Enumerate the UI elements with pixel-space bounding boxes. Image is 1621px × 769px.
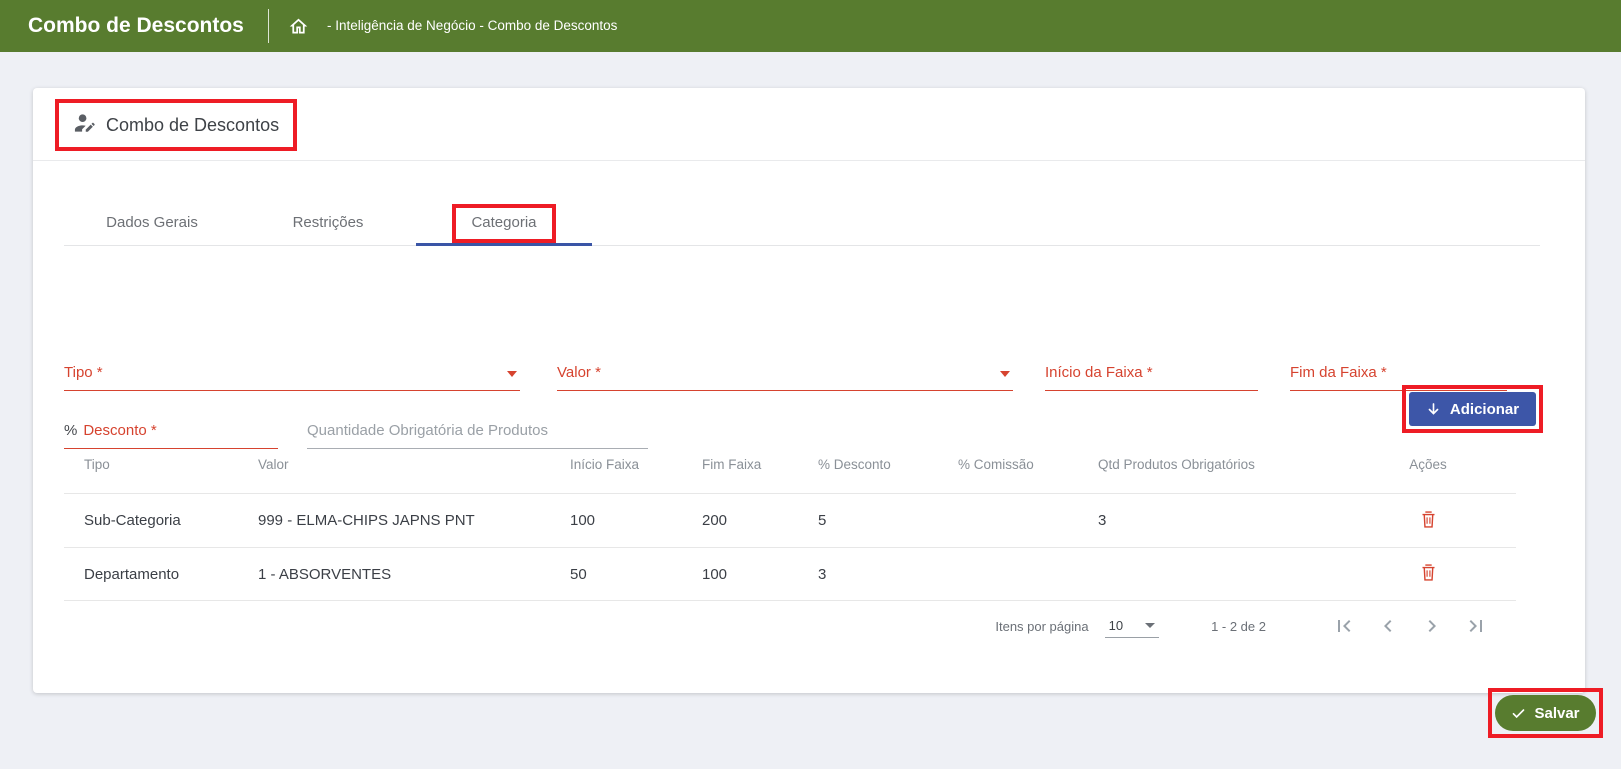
fim-da-faixa-label: Fim da Faixa * [1290,364,1387,381]
cell-fim: 200 [682,512,798,529]
inicio-da-faixa-label: Início da Faixa * [1045,364,1153,381]
salvar-label: Salvar [1534,705,1579,722]
trash-icon [1420,563,1437,582]
adicionar-button[interactable]: Adicionar [1409,392,1536,426]
trash-icon [1420,510,1437,529]
last-page-button[interactable] [1464,614,1488,638]
tipo-select[interactable]: Tipo * [64,357,520,391]
valor-label: Valor * [557,364,601,381]
main-card: Combo de Descontos Dados Gerais Restriçõ… [33,88,1585,693]
tab-dados-gerais[interactable]: Dados Gerais [64,198,240,246]
col-header-inicio-faixa: Início Faixa [550,457,682,472]
home-icon[interactable] [288,16,309,37]
last-page-icon [1464,614,1488,638]
delete-row-button[interactable] [1340,509,1516,533]
col-header-fim-faixa: Fim Faixa [682,457,798,472]
items-per-page-label: Itens por página [995,619,1088,634]
items-per-page-select[interactable]: 10 [1105,615,1159,638]
cell-valor: 1 - ABSORVENTES [238,566,550,583]
chevron-down-icon [507,371,517,377]
delete-row-button[interactable] [1340,562,1516,586]
tipo-label: Tipo * [64,364,103,381]
inicio-da-faixa-field[interactable]: Início da Faixa * [1045,357,1258,391]
col-header-acoes: Ações [1340,457,1516,472]
col-header-valor: Valor [238,457,550,472]
table-row: Departamento 1 - ABSORVENTES 50 100 3 [64,547,1516,601]
card-title: Combo de Descontos [106,115,279,136]
col-header-desconto: % Desconto [798,457,938,472]
breadcrumb: - Inteligência de Negócio - Combo de Des… [327,0,617,52]
paginator: Itens por página 10 1 - 2 de 2 [64,601,1516,651]
next-page-button[interactable] [1420,614,1444,638]
checkmark-icon [1511,706,1526,721]
first-page-button[interactable] [1332,614,1356,638]
header-divider [268,9,269,43]
person-edit-icon [73,111,96,139]
cell-valor: 999 - ELMA-CHIPS JAPNS PNT [238,512,550,529]
cell-qtd: 3 [1078,512,1340,529]
previous-page-button[interactable] [1376,614,1400,638]
salvar-annotation: Salvar [1488,688,1603,738]
tab-restricoes[interactable]: Restrições [240,198,416,246]
chevron-right-icon [1420,614,1444,638]
page-range-label: 1 - 2 de 2 [1211,619,1266,634]
tab-bar: Dados Gerais Restrições Categoria [64,198,1540,246]
card-title-annotation: Combo de Descontos [55,99,297,151]
cell-tipo: Sub-Categoria [64,512,238,529]
table-header-row: Tipo Valor Início Faixa Fim Faixa % Desc… [64,436,1516,493]
table-row: Sub-Categoria 999 - ELMA-CHIPS JAPNS PNT… [64,493,1516,547]
categorias-table: Tipo Valor Início Faixa Fim Faixa % Desc… [64,436,1516,601]
tab-categoria[interactable]: Categoria [416,198,592,246]
app-title: Combo de Descontos [28,0,244,52]
chevron-down-icon [1000,371,1010,377]
app-header: Combo de Descontos - Inteligência de Neg… [0,0,1621,52]
cell-desconto: 5 [798,512,938,529]
adicionar-annotation: Adicionar [1402,385,1543,433]
valor-select[interactable]: Valor * [557,357,1013,391]
col-header-comissao: % Comissão [938,457,1078,472]
cell-inicio: 50 [550,566,682,583]
cell-fim: 100 [682,566,798,583]
cell-tipo: Departamento [64,566,238,583]
cell-inicio: 100 [550,512,682,529]
chevron-down-icon [1145,623,1155,628]
card-title-divider [33,160,1585,161]
active-tab-indicator [416,243,592,246]
col-header-qtd-produtos: Qtd Produtos Obrigatórios [1078,457,1340,472]
first-page-icon [1332,614,1356,638]
salvar-button[interactable]: Salvar [1495,695,1596,731]
chevron-left-icon [1376,614,1400,638]
items-per-page-value: 10 [1109,618,1123,633]
adicionar-label: Adicionar [1450,401,1519,418]
col-header-tipo: Tipo [64,457,238,472]
arrow-down-icon [1426,402,1441,417]
cell-desconto: 3 [798,566,938,583]
